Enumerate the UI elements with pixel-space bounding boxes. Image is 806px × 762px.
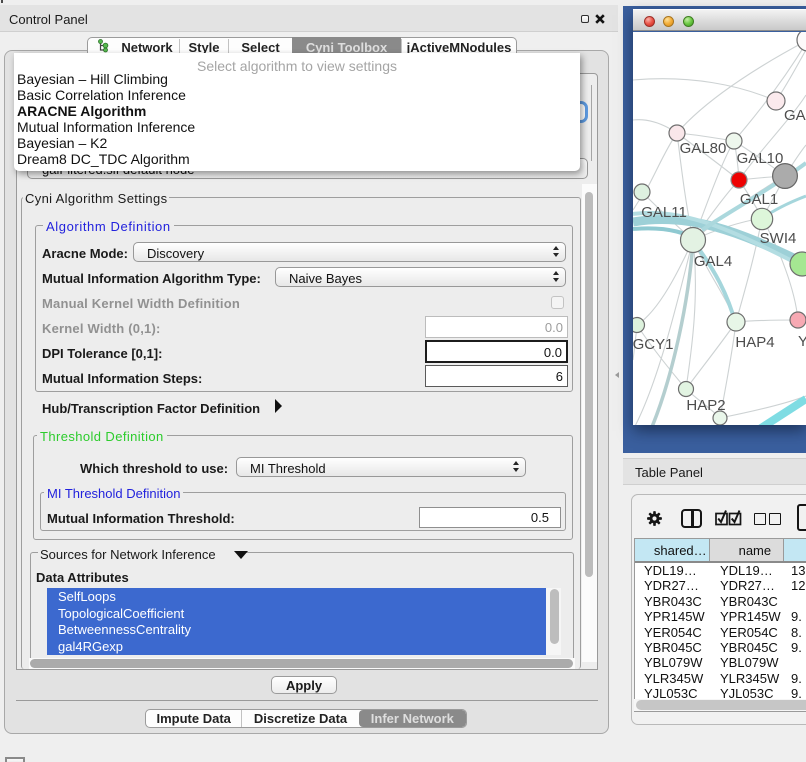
svg-text:SWI4: SWI4 <box>760 230 797 247</box>
svg-text:GAL80: GAL80 <box>680 140 727 157</box>
svg-text:HAP2: HAP2 <box>686 397 725 414</box>
svg-text:GAL11: GAL11 <box>641 204 687 221</box>
svg-text:GAL7: GAL7 <box>784 107 806 124</box>
svg-text:GCY1: GCY1 <box>633 336 673 353</box>
svg-text:GAL1: GAL1 <box>740 191 778 208</box>
svg-text:HAP4: HAP4 <box>735 334 774 351</box>
svg-text:GAL4: GAL4 <box>694 253 732 270</box>
svg-text:GAL10: GAL10 <box>737 150 784 167</box>
svg-text:Y: Y <box>798 333 806 350</box>
